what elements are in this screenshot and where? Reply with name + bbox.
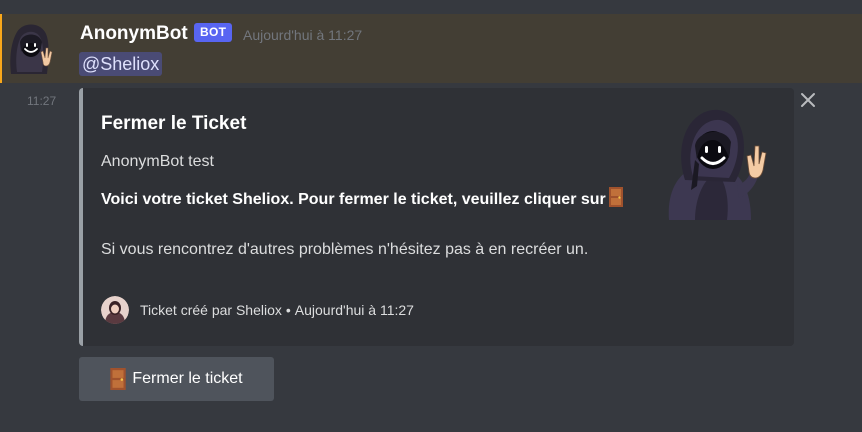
embed-thumbnail[interactable] <box>665 106 777 220</box>
embed-title: Fermer le Ticket <box>101 113 247 134</box>
author-name[interactable]: AnonymBot <box>80 22 188 46</box>
message-timestamp: Aujourd'hui à 11:27 <box>243 27 363 43</box>
user-mention[interactable]: @Sheliox <box>79 52 163 76</box>
bot-badge: BOT <box>194 23 233 42</box>
footer-avatar <box>101 296 129 324</box>
chat-view: AnonymBot BOT Aujourd'hui à 11:27 @Sheli… <box>0 0 862 432</box>
footer-text: Ticket créé par Sheliox <box>140 302 282 318</box>
close-ticket-button-label: Fermer le ticket <box>132 370 243 387</box>
door-icon <box>110 368 127 390</box>
ticket-embed: Fermer le Ticket AnonymBot test Voici vo… <box>79 88 794 346</box>
bot-avatar[interactable] <box>5 18 55 76</box>
embed-bold-text: Voici votre ticket Sheliox. Pour fermer … <box>101 187 631 212</box>
embed-author-line: AnonymBot test <box>101 153 214 170</box>
embed-bold-text-content: Voici votre ticket Sheliox. Pour fermer … <box>101 191 606 208</box>
footer-timestamp: Aujourd'hui à 11:27 <box>294 302 414 318</box>
footer-separator: • <box>285 302 291 318</box>
embed-footer: Ticket créé par Sheliox • Aujourd'hui à 11… <box>140 301 414 319</box>
embed-description: Si vous rencontrez d'autres problèmes n'… <box>101 241 589 258</box>
mention-indicator-bar <box>0 14 2 83</box>
close-icon[interactable] <box>796 88 820 112</box>
close-ticket-button[interactable]: Fermer le ticket <box>79 357 274 401</box>
door-icon <box>608 187 623 207</box>
side-timestamp: 11:27 <box>27 94 57 108</box>
